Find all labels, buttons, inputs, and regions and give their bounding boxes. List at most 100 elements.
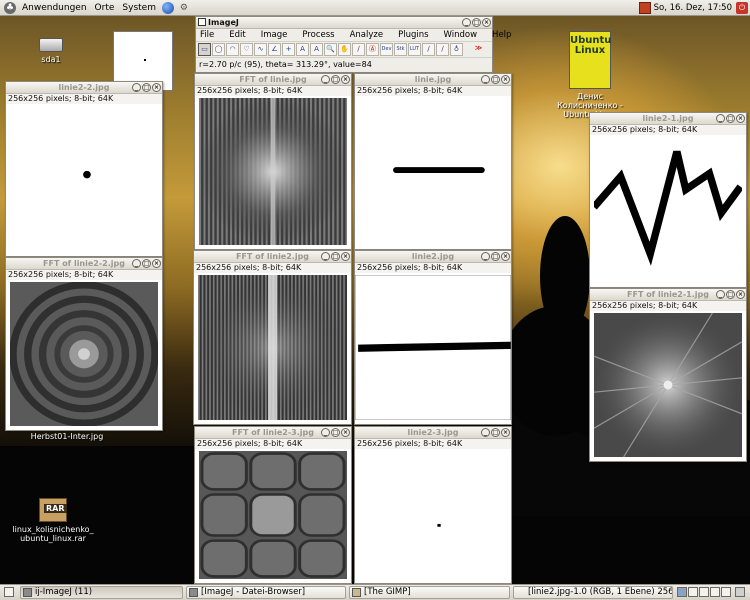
image-window-fft-linie2-3[interactable]: FFT of linie2-3.jpg _ □ × 256x256 pixels; … [194, 426, 352, 584]
magnifier-tool-icon[interactable]: 🔍 [324, 43, 337, 56]
close-icon[interactable]: × [482, 18, 491, 27]
desktop-icon-sda1[interactable]: sda1 [34, 38, 68, 64]
window-titlebar[interactable]: FFT of linie2-1.jpg _ □ × [590, 289, 746, 301]
fft-canvas[interactable] [198, 275, 347, 420]
image-window-fft-linie2-2[interactable]: FFT of linie2-2.jpg _ □ × 256x256 pixels; … [5, 257, 163, 431]
menu-file[interactable]: File [200, 29, 214, 41]
menu-help[interactable]: Help [492, 29, 511, 41]
menu-image[interactable]: Image [261, 29, 288, 41]
close-icon[interactable]: × [501, 428, 510, 437]
taskbar-item-imagej[interactable]: ij-ImageJ (11) [20, 586, 183, 599]
minimize-icon[interactable]: _ [481, 428, 490, 437]
maximize-icon[interactable]: □ [472, 18, 481, 27]
angle-tool-icon[interactable]: ∠ [268, 43, 281, 56]
maximize-icon[interactable]: □ [142, 259, 151, 268]
image-canvas[interactable] [10, 106, 158, 252]
gear-icon[interactable]: ⚙ [178, 2, 190, 14]
minimize-icon[interactable]: _ [716, 290, 725, 299]
image-canvas[interactable] [355, 275, 511, 420]
close-icon[interactable]: × [736, 114, 745, 123]
flood-fill-tool-icon[interactable]: ♁ [450, 43, 463, 56]
close-icon[interactable]: × [152, 83, 161, 92]
maximize-icon[interactable]: □ [726, 290, 735, 299]
minimize-icon[interactable]: _ [481, 75, 490, 84]
minimize-icon[interactable]: _ [716, 114, 725, 123]
dropper-tool-icon[interactable]: ∕ [352, 43, 365, 56]
desktop-icon-rar[interactable]: RAR linux_kolisnichenko_ ubuntu_linux.ra… [8, 498, 98, 543]
window-titlebar[interactable]: linie2-2.jpg _ □ × [6, 82, 162, 94]
notification-icon[interactable] [638, 2, 651, 14]
menu-process[interactable]: Process [302, 29, 334, 41]
minimize-icon[interactable]: _ [321, 428, 330, 437]
window-titlebar[interactable]: FFT of linie.jpg _ □ × [195, 74, 351, 86]
workspace-4[interactable] [710, 587, 720, 597]
image-window-linie2[interactable]: linie2.jpg _ □ × 256x256 pixels; 8-bit; 64… [354, 250, 512, 425]
menu-system[interactable]: System [118, 1, 160, 15]
stack-tool-icon[interactable]: Stk [394, 43, 407, 56]
maximize-icon[interactable]: □ [491, 428, 500, 437]
window-titlebar[interactable]: linie.jpg _ □ × [355, 74, 511, 86]
lut-tool-icon[interactable]: LUT [408, 43, 421, 56]
image-window-linie2-1[interactable]: linie2-1.jpg _ □ × 256x256 pixels; 8-bit; … [589, 112, 747, 288]
menu-analyze[interactable]: Analyze [350, 29, 384, 41]
close-icon[interactable]: × [341, 75, 350, 84]
pencil-tool-icon[interactable]: ∕ [422, 43, 435, 56]
image-window-linie2-3[interactable]: linie2-3.jpg _ □ × 256x256 pixels; 8-bit; … [354, 426, 512, 584]
minimize-icon[interactable]: _ [481, 252, 490, 261]
workspace-5[interactable] [721, 587, 731, 597]
menu-places[interactable]: Orte [91, 1, 119, 15]
freehand-tool-icon[interactable]: ♡ [240, 43, 253, 56]
window-titlebar[interactable]: FFT of linie2-3.jpg _ □ × [195, 427, 351, 439]
macro-tool-icon[interactable]: Ⓐ [366, 43, 379, 56]
image-canvas[interactable] [359, 451, 507, 579]
maximize-icon[interactable]: □ [726, 114, 735, 123]
panel-clock[interactable]: So, 16. Dez, 17:50 [654, 1, 732, 15]
fft-canvas[interactable] [10, 282, 158, 426]
show-desktop-icon[interactable] [4, 587, 14, 597]
maximize-icon[interactable]: □ [142, 83, 151, 92]
close-icon[interactable]: × [341, 252, 350, 261]
workspace-2[interactable] [688, 587, 698, 597]
window-titlebar[interactable]: FFT of linie2-2.jpg _ □ × [6, 258, 162, 270]
more-tools-icon[interactable]: ≫ [472, 43, 485, 56]
taskbar-item-gimp[interactable]: [The GIMP] [349, 586, 510, 599]
minimize-icon[interactable]: _ [132, 83, 141, 92]
window-titlebar[interactable]: linie2-1.jpg _ □ × [590, 113, 746, 125]
brush-tool-icon[interactable]: ∕ [436, 43, 449, 56]
fft-canvas[interactable] [594, 313, 742, 457]
image-window-fft-linie2-1[interactable]: FFT of linie2-1.jpg _ □ × 256x256 pixels; … [589, 288, 747, 462]
close-icon[interactable]: × [501, 75, 510, 84]
close-icon[interactable]: × [736, 290, 745, 299]
dev-tool-icon[interactable]: Dev [380, 43, 393, 56]
maximize-icon[interactable]: □ [331, 252, 340, 261]
desktop-icon-wallpaper[interactable]: Herbst01-Inter.jpg [22, 432, 112, 441]
desktop-icon-book[interactable]: Ubuntu Linux Денис Колисниченко - Ubuntu… [555, 31, 625, 119]
image-canvas[interactable] [359, 98, 507, 245]
maximize-icon[interactable]: □ [331, 75, 340, 84]
text-tool-icon[interactable]: A [310, 43, 323, 56]
minimize-icon[interactable]: _ [321, 75, 330, 84]
maximize-icon[interactable]: □ [331, 428, 340, 437]
power-icon[interactable]: ⏻ [736, 2, 748, 14]
menu-plugins[interactable]: Plugins [398, 29, 428, 41]
close-icon[interactable]: × [501, 252, 510, 261]
taskbar-item-gimp-image[interactable]: [linie2.jpg-1.0 (RGB, 1 Ebene) 256x2... [513, 586, 673, 599]
minimize-icon[interactable]: _ [132, 259, 141, 268]
menu-window[interactable]: Window [444, 29, 478, 41]
close-icon[interactable]: × [341, 428, 350, 437]
point-tool-icon[interactable]: + [282, 43, 295, 56]
workspace-1[interactable] [677, 587, 687, 597]
rectangle-tool-icon[interactable]: ▭ [198, 43, 211, 56]
minimize-icon[interactable]: _ [321, 252, 330, 261]
wand-tool-icon[interactable]: A [296, 43, 309, 56]
maximize-icon[interactable]: □ [491, 75, 500, 84]
fft-canvas[interactable] [199, 451, 347, 579]
image-window-linie[interactable]: linie.jpg _ □ × 256x256 pixels; 8-bit; 64K [354, 73, 512, 250]
fft-canvas[interactable] [199, 98, 347, 245]
image-window-fft-linie[interactable]: FFT of linie.jpg _ □ × 256x256 pixels; 8-b… [194, 73, 352, 250]
window-titlebar[interactable]: linie2.jpg _ □ × [355, 251, 511, 263]
image-window-fft-linie2[interactable]: FFT of linie2.jpg _ □ × 256x256 pixels; 8-… [193, 250, 352, 425]
window-titlebar[interactable]: FFT of linie2.jpg _ □ × [194, 251, 351, 263]
menu-applications[interactable]: Anwendungen [18, 1, 91, 15]
image-canvas[interactable] [594, 137, 742, 283]
